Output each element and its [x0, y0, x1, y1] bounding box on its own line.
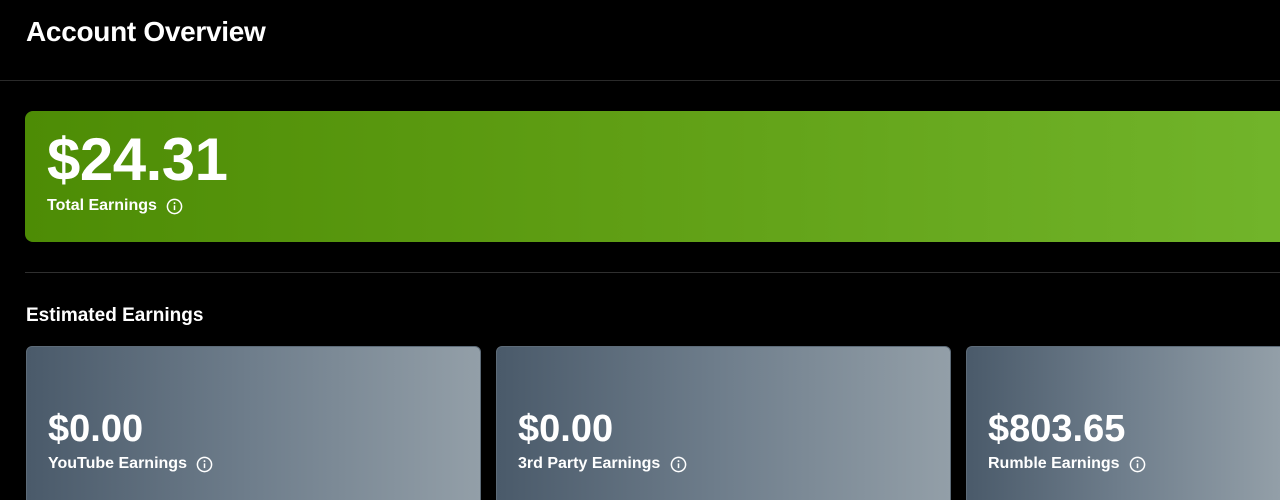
- third-party-earnings-label-row: 3rd Party Earnings: [518, 454, 950, 474]
- account-overview-page: Account Overview $24.31 Total Earnings E…: [0, 0, 1280, 500]
- youtube-earnings-label: YouTube Earnings: [48, 455, 187, 472]
- total-earnings-card: $24.31 Total Earnings: [25, 111, 1280, 242]
- third-party-earnings-amount: $0.00: [518, 408, 614, 450]
- info-circle-icon[interactable]: [1129, 455, 1147, 473]
- youtube-earnings-card: $0.00 YouTube Earnings: [26, 346, 481, 500]
- rumble-earnings-label: Rumble Earnings: [988, 455, 1120, 472]
- rumble-earnings-amount: $803.65: [988, 408, 1126, 450]
- youtube-earnings-amount: $0.00: [48, 408, 144, 450]
- page-title: Account Overview: [26, 16, 266, 47]
- rumble-earnings-card: $803.65 Rumble Earnings: [966, 346, 1280, 500]
- info-circle-icon[interactable]: [196, 455, 214, 473]
- third-party-earnings-card: $0.00 3rd Party Earnings: [496, 346, 951, 500]
- total-earnings-label-row: Total Earnings: [47, 196, 1280, 216]
- info-circle-icon[interactable]: [166, 197, 184, 215]
- section-divider: [25, 272, 1280, 273]
- rumble-earnings-label-row: Rumble Earnings: [988, 454, 1280, 474]
- youtube-earnings-label-row: YouTube Earnings: [48, 454, 480, 474]
- estimated-earnings-title: Estimated Earnings: [26, 305, 204, 326]
- third-party-earnings-label: 3rd Party Earnings: [518, 455, 661, 472]
- total-earnings-label: Total Earnings: [47, 197, 157, 214]
- total-earnings-amount: $24.31: [47, 126, 228, 193]
- page-header: Account Overview: [0, 0, 1280, 81]
- info-circle-icon[interactable]: [669, 455, 687, 473]
